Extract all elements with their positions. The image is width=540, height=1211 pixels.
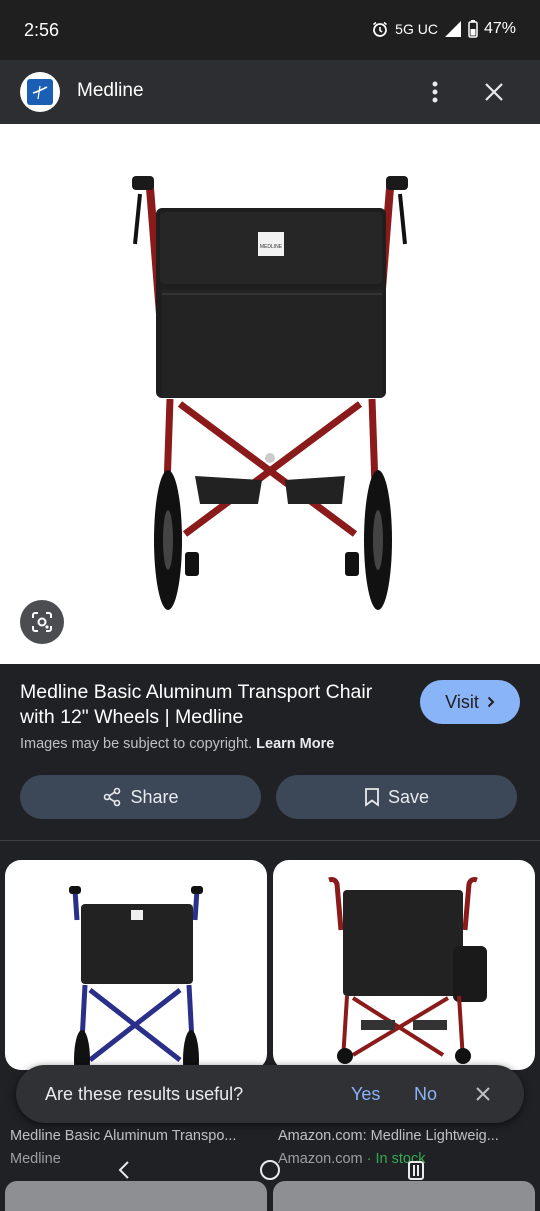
- chair-logo-text: MEDLINE: [260, 244, 283, 250]
- alarm-icon: [371, 20, 389, 38]
- status-icons: 5G UC 47%: [371, 20, 516, 38]
- recents-icon: [408, 1161, 424, 1180]
- lens-icon: [32, 612, 52, 632]
- close-icon: [485, 83, 503, 101]
- share-label: Share: [130, 786, 179, 807]
- bookmark-icon: [365, 788, 379, 807]
- feedback-question: Are these results useful?: [45, 1084, 244, 1104]
- related-card-1-caption[interactable]: Medline Basic Aluminum Transpo...: [10, 1128, 236, 1144]
- chevron-right-icon: [487, 696, 495, 708]
- feedback-yes-button[interactable]: Yes: [351, 1084, 380, 1105]
- visit-label: Visit: [445, 691, 479, 712]
- feedback-dismiss-button[interactable]: [471, 1082, 495, 1106]
- learn-more-link[interactable]: Learn More: [256, 736, 334, 752]
- visit-button[interactable]: Visit: [420, 680, 520, 724]
- status-bar: 2:56 5G UC 47%: [0, 0, 540, 60]
- close-button[interactable]: [478, 76, 510, 108]
- medline-logo-icon: [20, 72, 60, 112]
- save-button[interactable]: Save: [276, 775, 517, 819]
- copyright-text: Images may be subject to copyright.: [20, 736, 253, 752]
- feedback-no-button[interactable]: No: [414, 1084, 437, 1105]
- site-name: Medline: [77, 80, 144, 101]
- feedback-snackbar: Are these results useful? Yes No: [16, 1065, 524, 1123]
- viewer-header: Medline: [0, 60, 540, 124]
- result-info: Medline Basic Aluminum Transport Chair w…: [0, 664, 540, 840]
- close-icon: [476, 1087, 490, 1101]
- copyright-notice: Images may be subject to copyright. Lear…: [20, 736, 334, 752]
- battery-icon: [468, 20, 478, 38]
- section-divider: [0, 840, 540, 841]
- related-card-1[interactable]: [5, 860, 267, 1070]
- status-time: 2:56: [24, 20, 60, 40]
- back-icon: [118, 1161, 129, 1179]
- share-button[interactable]: Share: [20, 775, 261, 819]
- red-wheelchair-thumbnail: [328, 877, 487, 1064]
- signal-icon: [444, 20, 462, 38]
- home-icon: [260, 1160, 280, 1180]
- save-label: Save: [387, 786, 430, 807]
- more-options-button[interactable]: [420, 76, 450, 108]
- related-card-2[interactable]: [273, 860, 535, 1070]
- blue-wheelchair-thumbnail: [69, 886, 203, 1070]
- related-card-2-caption[interactable]: Amazon.com: Medline Lightweig...: [278, 1128, 499, 1144]
- battery-level: 47%: [483, 20, 516, 37]
- main-image[interactable]: MEDLINE: [0, 124, 540, 664]
- share-icon: [104, 787, 121, 807]
- nav-back-button[interactable]: [112, 1158, 136, 1182]
- nav-home-button[interactable]: [258, 1158, 282, 1182]
- nav-recents-button[interactable]: [404, 1158, 428, 1182]
- more-vert-icon: [432, 81, 438, 103]
- wheelchair-illustration: MEDLINE: [132, 176, 408, 610]
- system-nav-bar: [0, 1150, 540, 1190]
- lens-search-button[interactable]: [20, 600, 64, 644]
- network-label: 5G UC: [395, 21, 438, 37]
- product-title[interactable]: Medline Basic Aluminum Transport Chair w…: [20, 680, 410, 730]
